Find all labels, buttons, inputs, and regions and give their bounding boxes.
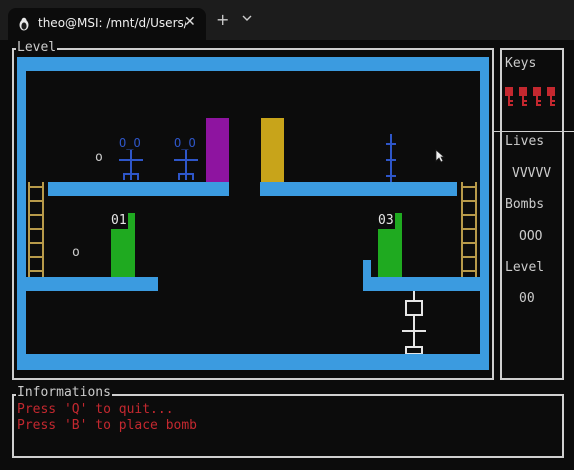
coin-pickup: o [72,245,80,260]
sidebar-divider [492,131,574,132]
svg-text:O_O: O_O [119,136,141,150]
key-icons [505,87,555,106]
coin-pickup: o [95,150,103,165]
player-sprite [402,291,426,354]
close-icon[interactable]: ✕ [184,14,196,30]
wall-right [480,57,489,370]
svg-text:O_O: O_O [174,136,196,150]
chevron-down-icon[interactable] [242,12,252,25]
info-line-bomb: Press 'B' to place bomb [17,418,198,433]
level-panel-title: Level [16,40,58,55]
bombs-label: Bombs [505,197,545,212]
gold-block [261,118,284,182]
platform-lower-right-post [363,260,371,277]
lives-value: VVVVV [512,166,552,181]
wall-left [17,57,26,370]
green-door [378,229,402,277]
info-panel-title: Informations [16,385,112,400]
platform-upper-right [260,182,457,196]
wall-top [17,57,489,71]
green-door [111,229,135,277]
platform-lower-left [26,277,158,291]
purple-block [206,118,229,182]
green-door-top [395,213,402,229]
level-label: Level [505,260,545,275]
new-tab-button[interactable]: + [216,10,229,29]
tab-title: theo@MSI: /mnt/d/Users/theo [38,16,186,30]
keys-label: Keys [505,56,537,71]
enemy-sprite: O_O [119,136,143,180]
lives-label: Lives [505,134,545,149]
ladder-left [28,182,44,277]
platform-lower-right [363,277,480,291]
terminal-tab[interactable]: theo@MSI: /mnt/d/Users/theo ✕ [8,8,206,40]
bombs-value: OOO [519,229,543,244]
green-door-top [128,213,135,229]
linux-penguin-icon [18,17,30,34]
level-value: 00 [519,291,535,306]
platform-upper-left [48,182,229,196]
door-label: 03 [378,213,394,228]
info-line-quit: Press 'Q' to quit... [17,402,174,417]
ladder-right [461,182,477,277]
terminal-title-bar: theo@MSI: /mnt/d/Users/theo ✕ + [0,0,574,40]
mouse-cursor-icon [435,149,445,163]
enemy-pole-sprite [386,134,396,182]
door-label: 01 [111,213,127,228]
wall-bottom [17,354,489,370]
enemy-sprite: O_O [174,136,198,180]
